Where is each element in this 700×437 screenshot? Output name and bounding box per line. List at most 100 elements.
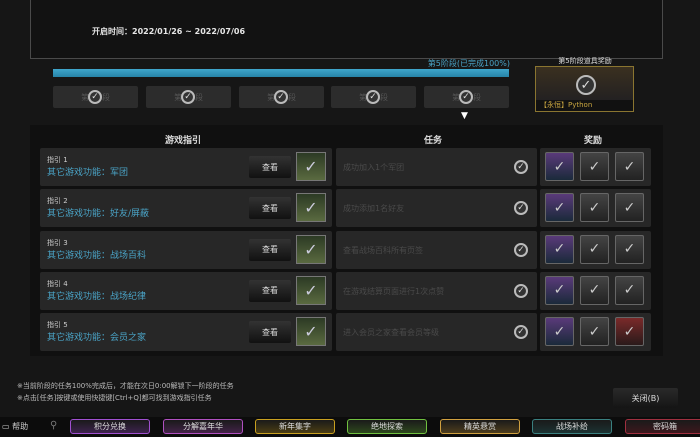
reward-cell: ✓ ✓ ✓ bbox=[540, 148, 651, 186]
reward-cell: ✓ ✓ ✓ bbox=[540, 230, 651, 269]
stage-button[interactable]: 第3阶段✓ bbox=[239, 86, 324, 108]
guide-complete-icon: ✓ bbox=[296, 193, 326, 223]
guide-row: 指引 3 其它游戏功能：战场百科 查看 ✓ bbox=[40, 230, 332, 269]
reward-item-check-icon[interactable]: ✓ bbox=[615, 275, 644, 305]
event-button[interactable]: 积分兑换 bbox=[70, 419, 150, 434]
reward-item-check-icon[interactable]: ✓ bbox=[545, 234, 574, 264]
reward-item-check-icon[interactable]: ✓ bbox=[580, 234, 609, 264]
event-button-label: 绝地探索 bbox=[371, 422, 403, 431]
guide-complete-icon: ✓ bbox=[296, 317, 326, 347]
guide-complete-icon: ✓ bbox=[296, 234, 326, 264]
stage-button[interactable]: 第5阶段✓ bbox=[424, 86, 509, 108]
check-icon: ✓ bbox=[88, 90, 102, 104]
reward-cell: ✓ ✓ ✓ bbox=[540, 271, 651, 310]
reward-item-check-icon[interactable]: ✓ bbox=[615, 317, 644, 347]
reward-item-check-icon[interactable]: ✓ bbox=[580, 193, 609, 223]
task-text: 成功加入1个军团 bbox=[343, 163, 405, 172]
task-cell: 成功加入1个军团 ✓ bbox=[336, 148, 537, 186]
stage-reward-name: 【永恒】Python bbox=[536, 100, 633, 111]
task-text: 在游戏结算页面进行1次点赞 bbox=[343, 286, 445, 296]
reward-cell: ✓ ✓ ✓ bbox=[540, 313, 651, 352]
check-icon: ✓ bbox=[514, 283, 528, 298]
reward-item-check-icon[interactable]: ✓ bbox=[615, 152, 644, 181]
check-icon: ✓ bbox=[366, 90, 380, 104]
event-button[interactable]: 战场补给 bbox=[532, 419, 612, 434]
guide-row: 指引 4 其它游戏功能：战场纪律 查看 ✓ bbox=[40, 271, 332, 310]
guide-name: 其它游戏功能：好友/屏蔽 bbox=[47, 209, 150, 220]
event-button[interactable]: 绝地探索 bbox=[347, 419, 427, 434]
search-icon[interactable]: ⚲ bbox=[50, 420, 57, 431]
note: ※点击[任务]按键或使用快捷键[Ctrl+Q]都可找到游戏指引任务 bbox=[17, 394, 212, 402]
check-icon: ✓ bbox=[514, 201, 528, 216]
reward-item-check-icon[interactable]: ✓ bbox=[545, 275, 574, 305]
task-text: 成功添加1名好友 bbox=[343, 204, 405, 214]
view-button[interactable]: 查看 bbox=[249, 156, 291, 178]
check-icon: ✓ bbox=[181, 90, 195, 104]
guide-number: 指引 2 bbox=[47, 197, 68, 206]
stage-reward-item[interactable]: ✓ 【永恒】Python bbox=[535, 66, 634, 112]
task-cell: 在游戏结算页面进行1次点赞 ✓ bbox=[336, 271, 537, 310]
guide-name: 其它游戏功能：战场纪律 bbox=[47, 291, 147, 302]
task-cell: 查看战场百科所有页签 ✓ bbox=[336, 230, 537, 269]
task-cell: 成功添加1名好友 ✓ bbox=[336, 189, 537, 228]
guide-row: 指引 1 其它游戏功能：军团 查看 ✓ bbox=[40, 148, 332, 186]
event-button-label: 新年集字 bbox=[279, 422, 311, 431]
guide-name: 其它游戏功能：军团 bbox=[47, 168, 129, 178]
view-button[interactable]: 查看 bbox=[249, 321, 291, 344]
column-guide: 游戏指引 bbox=[165, 136, 202, 146]
task-text: 进入会员之家查看会员等级 bbox=[343, 328, 439, 338]
event-button-label: 精英悬赏 bbox=[464, 422, 496, 431]
guide-number: 指引 3 bbox=[47, 238, 68, 247]
current-stage-arrow-icon: ▼ bbox=[461, 111, 468, 121]
progress-bar bbox=[53, 69, 509, 77]
view-button[interactable]: 查看 bbox=[249, 197, 291, 220]
event-button[interactable]: 新年集字 bbox=[255, 419, 335, 434]
view-button[interactable]: 查看 bbox=[249, 238, 291, 261]
guide-name: 其它游戏功能：战场百科 bbox=[47, 250, 147, 261]
reward-item-check-icon[interactable]: ✓ bbox=[545, 193, 574, 223]
event-button[interactable]: 分解嘉年华 bbox=[163, 419, 243, 434]
notes: ※当前阶段的任务100%完成后，才能在次日0:00解锁下一阶段的任务 ※点击[任… bbox=[17, 380, 234, 404]
stage-button[interactable]: 第1阶段✓ bbox=[53, 86, 138, 108]
guide-number: 指引 1 bbox=[47, 156, 68, 164]
stage-button[interactable]: 第4阶段✓ bbox=[331, 86, 416, 108]
reward-item-check-icon[interactable]: ✓ bbox=[580, 317, 609, 347]
guide-complete-icon: ✓ bbox=[296, 275, 326, 305]
event-button[interactable]: 密码箱 bbox=[625, 419, 700, 434]
reward-item-check-icon[interactable]: ✓ bbox=[545, 152, 574, 181]
reward-item-check-icon[interactable]: ✓ bbox=[615, 234, 644, 264]
bottom-bar: ▭ 帮助 ⚲ 积分兑换 分解嘉年华 新年集字 绝地探索 精英悬赏 战场补给 密码箱 bbox=[0, 417, 700, 437]
reward-item-check-icon[interactable]: ✓ bbox=[580, 275, 609, 305]
guide-complete-icon: ✓ bbox=[296, 152, 326, 181]
view-button[interactable]: 查看 bbox=[249, 279, 291, 302]
event-button-label: 积分兑换 bbox=[94, 422, 126, 431]
check-icon: ✓ bbox=[576, 75, 596, 95]
guide-name: 其它游戏功能：会员之家 bbox=[47, 333, 147, 344]
note: ※当前阶段的任务100%完成后，才能在次日0:00解锁下一阶段的任务 bbox=[17, 382, 234, 390]
guide-row: 指引 2 其它游戏功能：好友/屏蔽 查看 ✓ bbox=[40, 189, 332, 228]
column-reward: 奖励 bbox=[584, 136, 603, 146]
event-button-label: 分解嘉年华 bbox=[183, 422, 223, 431]
reward-item-check-icon[interactable]: ✓ bbox=[615, 193, 644, 223]
column-task: 任务 bbox=[424, 136, 443, 146]
guide-row: 指引 5 其它游戏功能：会员之家 查看 ✓ bbox=[40, 313, 332, 352]
task-cell: 进入会员之家查看会员等级 ✓ bbox=[336, 313, 537, 352]
help-label: 帮助 bbox=[12, 422, 29, 431]
check-icon: ✓ bbox=[274, 90, 288, 104]
open-time: 开启时间：2022/01/26 ~ 2022/07/06 bbox=[92, 27, 246, 36]
stage-button[interactable]: 第2阶段✓ bbox=[146, 86, 231, 108]
help-button[interactable]: ▭ 帮助 bbox=[2, 421, 28, 432]
reward-item-check-icon[interactable]: ✓ bbox=[580, 152, 609, 181]
close-button[interactable]: 关闭(B) bbox=[613, 388, 678, 408]
event-button[interactable]: 精英悬赏 bbox=[440, 419, 520, 434]
reward-cell: ✓ ✓ ✓ bbox=[540, 189, 651, 228]
reward-item-check-icon[interactable]: ✓ bbox=[545, 317, 574, 347]
progress-fill bbox=[53, 69, 509, 77]
guide-number: 指引 5 bbox=[47, 321, 68, 330]
task-text: 查看战场百科所有页签 bbox=[343, 245, 423, 255]
check-icon: ✓ bbox=[459, 90, 473, 104]
progress-label: 第5阶段(已完成100%) bbox=[427, 59, 510, 68]
check-icon: ✓ bbox=[514, 325, 528, 340]
check-icon: ✓ bbox=[514, 160, 528, 174]
check-icon: ✓ bbox=[514, 242, 528, 257]
